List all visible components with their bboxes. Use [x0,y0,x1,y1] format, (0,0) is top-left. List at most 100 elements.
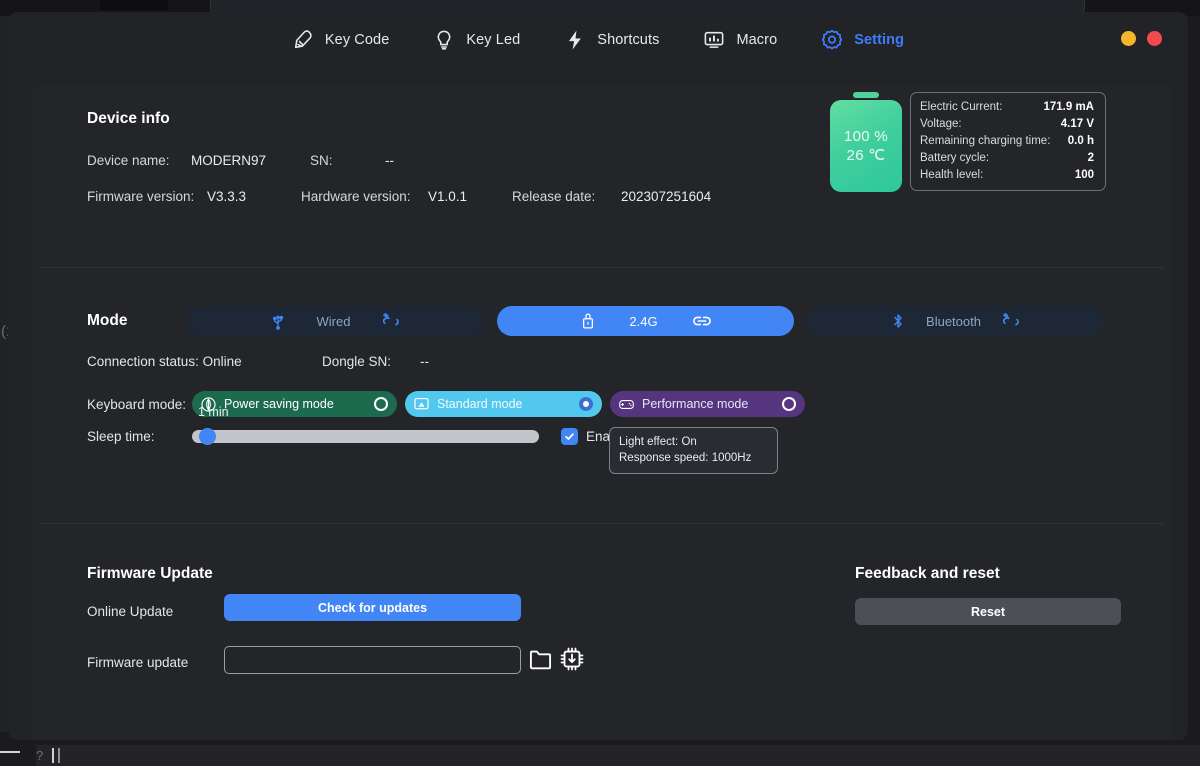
battery-stat-row: Battery cycle: 2 [920,150,1094,167]
desktop-background: (1 ? Key Code [0,0,1200,766]
key-code-icon [292,29,314,51]
stat-label: Battery cycle: [920,152,990,164]
tab-label: Macro [736,32,778,48]
mode-pill-bluetooth[interactable]: Bluetooth [807,306,1104,336]
device-name-label: Device name: [87,153,170,168]
keyboard-mode-standard[interactable]: Standard mode [405,391,602,417]
battery-indicator: 100 % 26 ℃ [830,92,902,192]
dongle-sn-value: -- [420,354,429,369]
keyboard-mode-performance[interactable]: Performance mode [610,391,805,417]
radio-power-saving[interactable] [374,397,388,411]
sleep-time-slider[interactable]: 1 min [192,405,539,445]
mode-pill-label: 2.4G [629,313,658,329]
tab-macro[interactable]: Macro [681,23,799,57]
keyboard-mode-label-text: Standard mode [437,397,523,411]
stat-value: 2 [1087,152,1094,164]
tab-label: Shortcuts [597,32,660,48]
hardware-version-label: Hardware version: [301,189,411,204]
mode-pill-label: Bluetooth [926,313,981,329]
battery-percent: 100 % [843,128,889,145]
mode-section: Mode Wired 2.4G Bluetooth Connection sta… [32,268,1172,523]
release-date-label: Release date: [512,189,596,204]
mode-pill-wired[interactable]: Wired [187,306,484,336]
keyboard-mode-row: Keyboard mode: Power saving mode Standar… [87,391,805,417]
tab-key-led[interactable]: Key Led [411,23,542,57]
stat-value: 171.9 mA [1043,101,1094,113]
folder-icon[interactable] [528,647,553,677]
mode-pill-24g[interactable]: 2.4G [497,306,794,336]
tab-label: Setting [854,32,905,48]
link-icon [691,312,713,330]
tab-bar: Key Code Key Led Shortcuts Macro Setting [8,12,1188,68]
settings-content-card: Device info Device name: MODERN97 SN: --… [32,84,1172,740]
background-bottom-caret [52,748,54,763]
sn-label: SN: [310,153,333,168]
monitor-icon [413,396,430,413]
online-update-label: Online Update [87,604,174,619]
device-info-section: Device info Device name: MODERN97 SN: --… [32,84,1172,267]
battery-widget: 100 % 26 ℃ Electric Current: 171.9 mA Vo… [830,92,1106,192]
background-bottom-bar [36,745,1200,766]
check-for-updates-button[interactable]: Check for updates [224,594,521,621]
link-broken-icon [1001,312,1023,330]
battery-cap [853,92,879,98]
dongle-icon [579,312,597,330]
window-controls [1121,31,1162,46]
release-date-value: 202307251604 [621,189,712,204]
tab-setting[interactable]: Setting [799,23,926,57]
tab-key-code[interactable]: Key Code [270,23,411,57]
chip-download-icon[interactable] [558,645,586,678]
firmware-version-label: Firmware version: [87,189,195,204]
battery-stat-row: Remaining charging time: 0.0 h [920,133,1094,150]
sleep-time-value: 1 min [198,405,229,419]
stat-value: 0.0 h [1067,135,1094,147]
connection-status-label: Connection status: Online [87,354,242,369]
light-effect-tooltip: Light effect: On Response speed: 1000Hz [609,427,778,474]
stat-label: Health level: [920,169,984,181]
radio-performance[interactable] [782,397,796,411]
tab-shortcuts[interactable]: Shortcuts [542,23,681,57]
mode-title: Mode [87,312,128,329]
firmware-update-label: Firmware update [87,655,189,670]
tooltip-line-response-speed: Response speed: 1000Hz [619,452,752,464]
macro-icon [703,29,725,51]
connection-status-row: Connection status: Online Dongle SN: -- [87,354,429,369]
tooltip-line-light-effect: Light effect: On [619,436,697,448]
dongle-sn-label: Dongle SN: [322,354,392,369]
stat-label: Voltage: [920,118,962,130]
slider-track[interactable] [192,428,539,445]
battery-temperature: 26 ℃ [846,147,886,164]
battery-stat-row: Voltage: 4.17 V [920,116,1094,133]
slider-thumb[interactable] [198,428,216,445]
mode-pills-row: Mode Wired 2.4G Bluetooth [32,306,1104,336]
stat-label: Electric Current: [920,101,1003,113]
enabled-checkbox[interactable] [561,428,578,445]
battery-stat-row: Health level: 100 [920,167,1094,184]
gear-icon [821,29,843,51]
usb-icon [269,312,287,330]
feedback-reset-title: Feedback and reset [855,565,1000,582]
battery-body: 100 % 26 ℃ [830,100,902,192]
key-led-icon [433,29,455,51]
stat-value: 4.17 V [1060,118,1094,130]
background-notch [100,0,168,10]
stat-label: Remaining charging time: [920,135,1051,147]
firmware-update-title: Firmware Update [87,565,213,582]
battery-stat-row: Electric Current: 171.9 mA [920,99,1094,116]
close-button[interactable] [1147,31,1162,46]
keyboard-mode-label-text: Power saving mode [224,397,334,411]
reset-button[interactable]: Reset [855,598,1121,625]
sn-value: -- [385,153,394,168]
keyboard-mode-label: Keyboard mode: [87,396,187,412]
bluetooth-icon [889,312,907,330]
firmware-version-value: V3.3.3 [207,189,247,204]
hardware-version-value: V1.0.1 [428,189,468,204]
background-bottom-caret-2 [58,748,60,763]
sleep-time-label: Sleep time: [87,429,155,444]
battery-stats-panel: Electric Current: 171.9 mA Voltage: 4.17… [910,92,1106,191]
firmware-section: Firmware Update Feedback and reset Onlin… [32,524,1172,740]
minimize-button[interactable] [1121,31,1136,46]
firmware-path-input[interactable] [224,646,521,674]
radio-standard[interactable] [579,397,593,411]
keyboard-mode-label-text: Performance mode [642,397,749,411]
